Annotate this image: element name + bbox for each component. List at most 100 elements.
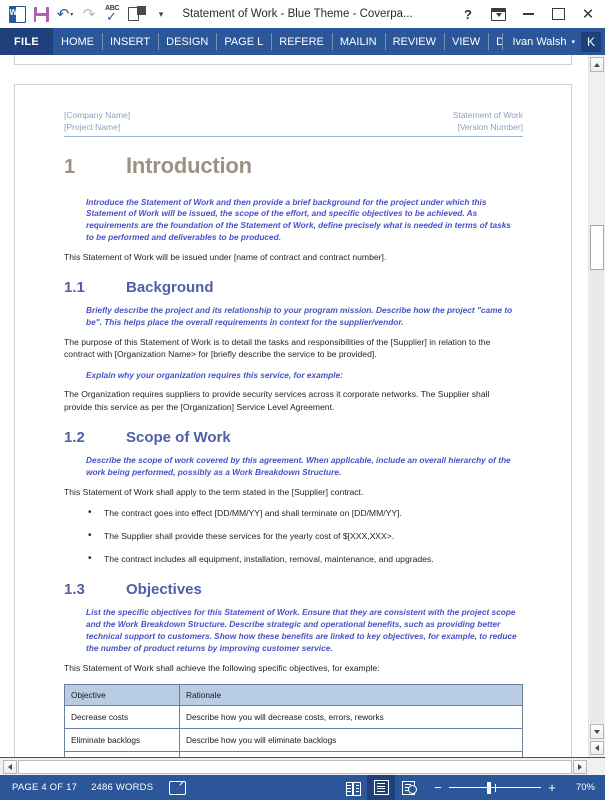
document-running-header: [Company Name] [Project Name] Statement …: [64, 109, 523, 137]
body-text-introduction: This Statement of Work will be issued un…: [64, 251, 387, 262]
table-row: Decrease costs Describe how you will dec…: [64, 705, 523, 730]
chevron-down-icon[interactable]: ▾: [571, 38, 575, 46]
page-number-status[interactable]: PAGE 4 OF 17: [8, 782, 87, 793]
maximize-icon: [551, 8, 565, 20]
word-app-icon: W: [6, 3, 28, 25]
ribbon-display-options-icon: [490, 7, 506, 21]
view-read-mode-button[interactable]: [339, 775, 367, 800]
guide-text-introduction: Introduce the Statement of Work and then…: [86, 196, 511, 242]
body-text-background: The purpose of this Statement of Work is…: [64, 336, 491, 360]
minimize-icon: [522, 13, 534, 15]
document-workspace: [Company Name] [Project Name] Statement …: [0, 55, 605, 757]
zoom-slider-thumb[interactable]: [487, 781, 491, 794]
header-doc-type: Statement of Work: [452, 110, 523, 120]
spelling-grammar-button[interactable]: ABC ✓: [102, 3, 124, 25]
column-header-objective: Objective: [64, 684, 180, 707]
word-count-status[interactable]: 2486 WORDS: [87, 782, 163, 793]
header-left: [Company Name] [Project Name]: [64, 109, 130, 134]
ribbon-display-options-button[interactable]: [483, 1, 513, 27]
heading-number: 1.3: [64, 581, 85, 599]
zoom-out-button[interactable]: −: [431, 781, 445, 794]
view-web-layout-button[interactable]: [395, 775, 423, 800]
tab-references[interactable]: REFERE: [271, 28, 332, 55]
proofing-errors-icon[interactable]: [169, 781, 187, 795]
horizontal-scroll-track[interactable]: [18, 759, 572, 774]
tab-view[interactable]: VIEW: [443, 28, 488, 55]
tab-file[interactable]: FILE: [0, 28, 53, 55]
scope-bullet-list: The contract goes into effect [DD/MM/YY]…: [64, 506, 523, 566]
save-icon: [33, 6, 49, 22]
chevron-down-icon: [594, 729, 600, 734]
scroll-up-button[interactable]: [590, 57, 604, 72]
chevron-right-icon: [578, 763, 582, 770]
zoom-in-button[interactable]: +: [545, 781, 559, 794]
spelling-check-icon: ABC ✓: [104, 5, 122, 23]
heading-text: Scope of Work: [126, 429, 231, 447]
chevron-left-icon: [8, 763, 12, 770]
customize-qat-button[interactable]: ▾: [150, 3, 172, 25]
close-button[interactable]: ✕: [573, 1, 603, 27]
body-text-scope: This Statement of Work shall apply to th…: [64, 486, 364, 497]
undo-dropdown-caret[interactable]: ▾: [70, 11, 73, 18]
tab-page-layout[interactable]: PAGE L: [216, 28, 271, 55]
page-canvas: [Company Name] [Project Name] Statement …: [0, 55, 588, 757]
scroll-split-button[interactable]: [590, 741, 604, 755]
tab-mailings[interactable]: MAILIN: [331, 28, 385, 55]
status-bar: PAGE 4 OF 17 2486 WORDS − + 70%: [0, 775, 605, 800]
check-glyph: ✓: [106, 9, 117, 24]
print-preview-button[interactable]: [126, 3, 148, 25]
column-header-rationale: Rationale: [179, 684, 523, 707]
zoom-slider[interactable]: [449, 781, 541, 795]
body-text-background-2: The Organization requires suppliers to p…: [64, 389, 490, 412]
zoom-slider-midpoint: [495, 783, 497, 792]
cell-objective: Eliminate backlogs: [64, 728, 180, 753]
chevron-left-icon: [595, 745, 599, 751]
chevron-down-icon: ▾: [158, 8, 164, 19]
tab-review[interactable]: REVIEW: [384, 28, 444, 55]
help-button[interactable]: ?: [453, 1, 483, 27]
scroll-down-button[interactable]: [590, 724, 604, 739]
save-button[interactable]: [30, 3, 52, 25]
tab-developer[interactable]: DEVEL: [488, 28, 502, 55]
horizontal-scrollbar[interactable]: [0, 757, 605, 775]
cell-objective: Decrease costs: [64, 705, 180, 730]
title-bar: W ↶ ▾ ↷ ABC ✓ ▾ Statement of Work - Blue…: [0, 0, 605, 28]
guide-text-objectives: List the specific objectives for this St…: [86, 607, 517, 653]
heading-1-introduction: 1 Introduction: [64, 153, 523, 179]
ribbon-tabs: HOME INSERT DESIGN PAGE L REFERE MAILIN …: [53, 28, 502, 55]
table-header-row: Objective Rationale: [64, 684, 523, 707]
user-account-area[interactable]: Ivan Walsh ▾ K: [502, 28, 605, 55]
heading-1-2-scope-of-work: 1.2 Scope of Work: [64, 429, 523, 446]
heading-1-1-background: 1.1 Background: [64, 279, 523, 296]
header-right: Statement of Work [Version Number]: [453, 109, 523, 134]
table-row: Eliminate backlogs Describe how you will…: [64, 728, 523, 753]
list-item: The contract includes all equipment, ins…: [88, 552, 523, 566]
undo-button[interactable]: ↶ ▾: [54, 3, 76, 25]
word-application-window: W ↶ ▾ ↷ ABC ✓ ▾ Statement of Work - Blue…: [0, 0, 605, 800]
vertical-scrollbar[interactable]: [588, 55, 605, 757]
user-name-label: Ivan Walsh: [512, 35, 567, 48]
avatar[interactable]: K: [581, 31, 601, 52]
document-page[interactable]: [Company Name] [Project Name] Statement …: [14, 84, 572, 757]
window-title: Statement of Work - Blue Theme - Coverpa…: [182, 8, 413, 20]
scroll-left-button[interactable]: [3, 759, 17, 774]
ribbon-tab-bar: FILE HOME INSERT DESIGN PAGE L REFERE MA…: [0, 28, 605, 55]
vertical-scroll-thumb[interactable]: [590, 225, 604, 270]
maximize-button[interactable]: [543, 1, 573, 27]
scroll-right-button[interactable]: [573, 759, 587, 774]
redo-button[interactable]: ↷: [78, 3, 100, 25]
list-item: The Supplier shall provide these service…: [88, 529, 523, 543]
tab-insert[interactable]: INSERT: [102, 28, 158, 55]
tab-design[interactable]: DESIGN: [158, 28, 216, 55]
zoom-control: − +: [423, 781, 563, 795]
view-print-layout-button[interactable]: [367, 775, 395, 800]
objectives-table: Objective Rationale Decrease costs Descr…: [64, 684, 523, 757]
window-controls: ? ✕: [453, 1, 605, 27]
vertical-scroll-track[interactable]: [590, 270, 603, 723]
tab-home[interactable]: HOME: [53, 28, 102, 55]
minimize-button[interactable]: [513, 1, 543, 27]
zoom-level-label[interactable]: 70%: [563, 782, 597, 793]
body-text-objectives: This Statement of Work shall achieve the…: [64, 662, 380, 673]
header-company-name: [Company Name]: [64, 110, 131, 120]
heading-text: Objectives: [126, 581, 202, 599]
